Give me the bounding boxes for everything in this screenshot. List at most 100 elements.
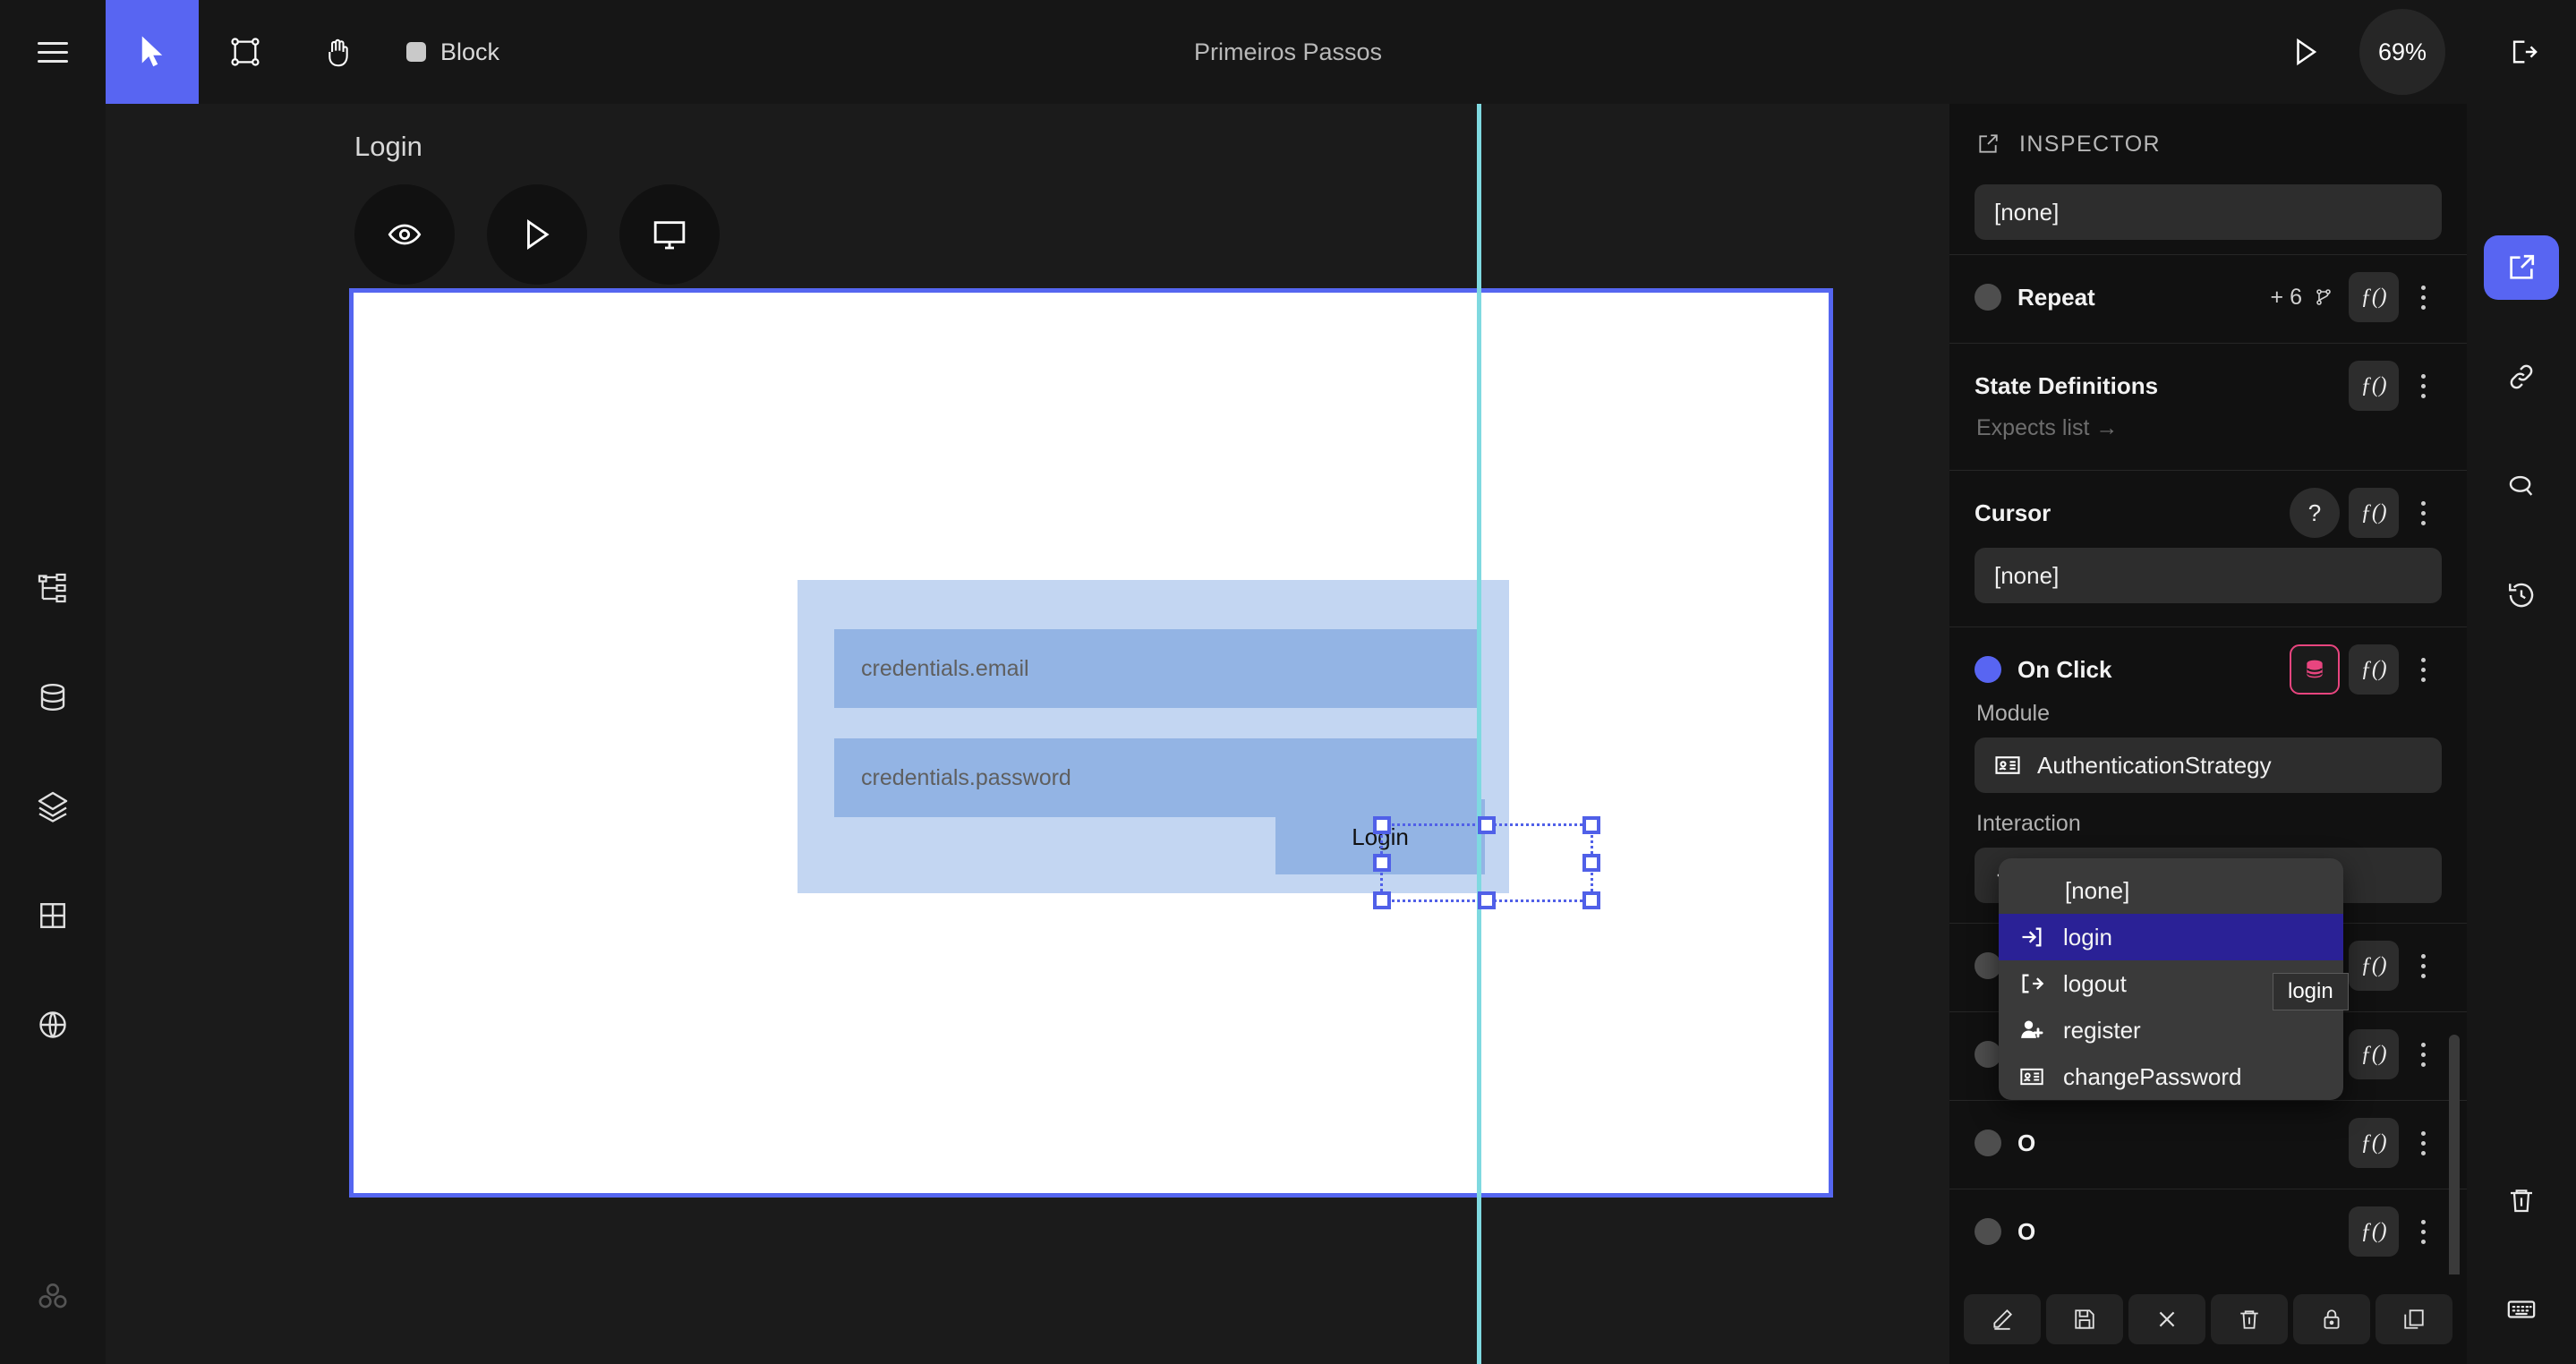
vertical-guide-line	[1477, 104, 1481, 1364]
database-icon	[37, 681, 69, 713]
left-sidebar	[0, 104, 106, 1364]
resize-handle-nw[interactable]	[1373, 816, 1391, 834]
state-definitions-fx-button[interactable]: ƒ()	[2349, 361, 2399, 411]
event-toggle-dot[interactable]	[1975, 1041, 2001, 1068]
resize-handle-se[interactable]	[1582, 891, 1600, 909]
repeat-row[interactable]: Repeat + 6 ƒ()	[1949, 254, 2467, 343]
event-row[interactable]: O ƒ()	[1949, 1189, 2467, 1277]
resize-handle-e[interactable]	[1582, 854, 1600, 872]
edit-button[interactable]	[1964, 1294, 2041, 1344]
top-value-field[interactable]: [none]	[1975, 184, 2442, 240]
resize-handle-s[interactable]	[1478, 891, 1496, 909]
event-toggle-dot[interactable]	[1975, 1218, 2001, 1245]
artboard-actions	[354, 184, 720, 285]
sidebar-item-globe[interactable]	[0, 970, 106, 1079]
event-menu-button[interactable]	[2404, 953, 2442, 978]
edit-square-icon	[1976, 132, 2000, 156]
event-toggle-dot[interactable]	[1975, 1130, 2001, 1156]
state-definitions-hint: Expects list →	[1976, 415, 2119, 440]
dropdown-item-login[interactable]: login	[1999, 914, 2343, 960]
rail-item-keyboard[interactable]	[2467, 1255, 2576, 1364]
database-stack-icon[interactable]	[2290, 644, 2340, 695]
close-x-icon	[2155, 1308, 2179, 1331]
frame-tool[interactable]	[199, 0, 292, 104]
module-select[interactable]: AuthenticationStrategy	[1975, 737, 2442, 793]
hamburger-icon[interactable]	[0, 0, 106, 104]
duplicate-button[interactable]	[2376, 1294, 2452, 1344]
cursor-value-field[interactable]: [none]	[1975, 548, 2442, 603]
event-menu-button[interactable]	[2404, 1130, 2442, 1155]
close-button[interactable]	[2128, 1294, 2205, 1344]
state-definitions-label: State Definitions	[1975, 371, 2159, 399]
dropdown-item-none[interactable]: [none]	[1999, 867, 2343, 914]
cursor-tool[interactable]	[106, 0, 199, 104]
event-toggle-dot[interactable]	[1975, 952, 2001, 979]
sidebar-item-sitemap[interactable]	[0, 533, 106, 643]
cursor-help-button[interactable]: ?	[2290, 488, 2340, 538]
cursor-row[interactable]: Cursor ? ƒ() [none]	[1949, 470, 2467, 627]
event-fx-button[interactable]: ƒ()	[2349, 1029, 2399, 1079]
resize-handle-ne[interactable]	[1582, 816, 1600, 834]
rail-item-link[interactable]	[2467, 322, 2576, 431]
event-row[interactable]: O ƒ()	[1949, 1100, 2467, 1189]
block-label: Block	[440, 38, 500, 65]
rail-item-history[interactable]	[2467, 541, 2576, 650]
email-field[interactable]: credentials.email	[834, 629, 1477, 708]
preview-play-button[interactable]	[2252, 0, 2359, 104]
on-click-fx-button[interactable]: ƒ()	[2349, 644, 2399, 695]
event-menu-button[interactable]	[2404, 1219, 2442, 1244]
event-menu-button[interactable]	[2404, 1042, 2442, 1067]
top-toolbar: Block Primeiros Passos 69%	[0, 0, 2576, 104]
block-selector[interactable]: Block	[406, 38, 499, 66]
cursor-menu-button[interactable]	[2404, 500, 2442, 525]
cursor-fx-button[interactable]: ƒ()	[2349, 488, 2399, 538]
dropdown-item-change-password[interactable]: changePassword	[1999, 1053, 2343, 1100]
account-circles-icon	[34, 1278, 72, 1316]
rail-item-edit[interactable]	[2467, 213, 2576, 322]
link-chain-icon	[2506, 362, 2537, 392]
delete-button[interactable]	[2211, 1294, 2288, 1344]
on-click-toggle-dot[interactable]	[1975, 656, 2001, 683]
sidebar-item-layers[interactable]	[0, 752, 106, 861]
dropdown-item-label: [none]	[2065, 876, 2130, 904]
cursor-label: Cursor	[1975, 499, 2051, 526]
canvas-area[interactable]: Login credentials.email credentials.pass…	[106, 104, 1949, 1364]
event-fx-button[interactable]: ƒ()	[2349, 941, 2399, 991]
lock-button[interactable]	[2293, 1294, 2370, 1344]
rail-item-trash[interactable]	[2467, 1146, 2576, 1255]
zoom-level-button[interactable]: 69%	[2359, 9, 2445, 95]
state-definitions-menu-button[interactable]	[2404, 373, 2442, 398]
repeat-toggle-dot[interactable]	[1975, 284, 2001, 311]
event-label: O	[2017, 1129, 2036, 1156]
preview-button[interactable]	[354, 184, 455, 285]
account-button[interactable]	[0, 1230, 106, 1364]
rail-item-search[interactable]	[2467, 431, 2576, 541]
cursor-arrow-icon	[139, 34, 166, 70]
on-click-menu-button[interactable]	[2404, 657, 2442, 682]
resize-handle-sw[interactable]	[1373, 891, 1391, 909]
inspector-scrollbar[interactable]	[2449, 1035, 2460, 1312]
exit-button[interactable]	[2470, 0, 2576, 104]
sidebar-item-grid[interactable]	[0, 861, 106, 970]
globe-icon	[37, 1009, 69, 1041]
sidebar-item-database[interactable]	[0, 643, 106, 752]
save-button[interactable]	[2046, 1294, 2123, 1344]
repeat-fx-button[interactable]: ƒ()	[2349, 272, 2399, 322]
hand-tool[interactable]	[292, 0, 385, 104]
resize-handle-w[interactable]	[1373, 854, 1391, 872]
topbar-right-group: 69%	[2252, 0, 2576, 104]
repeat-menu-button[interactable]	[2404, 285, 2442, 310]
event-fx-button[interactable]: ƒ()	[2349, 1118, 2399, 1168]
cursor-value-text: [none]	[1994, 561, 2060, 589]
artboard[interactable]: credentials.email credentials.password L…	[349, 288, 1833, 1198]
device-button[interactable]	[619, 184, 720, 285]
resize-handle-n[interactable]	[1478, 816, 1496, 834]
id-card-icon	[2017, 1064, 2047, 1089]
login-form-container[interactable]: credentials.email credentials.password L…	[798, 580, 1509, 893]
dropdown-item-register[interactable]: register	[1999, 1007, 2343, 1053]
event-fx-button[interactable]: ƒ()	[2349, 1206, 2399, 1257]
exit-icon	[2508, 37, 2538, 67]
right-rail-bottom-group	[2467, 1146, 2576, 1364]
state-definitions-row[interactable]: State Definitions ƒ() Expects list →	[1949, 343, 2467, 470]
run-button[interactable]	[487, 184, 587, 285]
